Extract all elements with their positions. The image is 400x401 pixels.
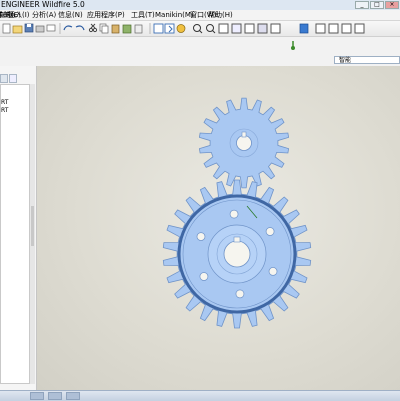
refit-icon[interactable] [218,23,229,34]
zoom-in-icon[interactable] [193,24,203,34]
menu-insert[interactable]: 插入(I) [7,10,31,20]
menu-bar: 文件(F) 编辑(E) 视图(V) 插入(I) 分析(A) 信息(N) 应用程序… [0,10,400,21]
layers-icon[interactable] [257,23,268,34]
model-tree: RT RT [0,84,30,384]
menu-info[interactable]: 信息(N) [57,10,84,20]
copy-icon[interactable] [99,23,109,34]
saved-views-icon[interactable] [244,23,255,34]
undo-icon[interactable] [63,25,73,31]
menu-tools[interactable]: 工具(T) [130,10,156,20]
taskbar-button[interactable] [30,392,44,400]
menu-applications[interactable]: 应用程序(P) [86,10,126,20]
window-title: ENGINEER Wildfire 5.0 [1,0,85,9]
menu-help[interactable]: 帮助(H) [207,10,234,20]
selection-filter-dropdown[interactable]: 智能 [334,56,400,64]
maximize-button[interactable]: □ [370,1,384,9]
appearance-icon[interactable] [299,23,309,34]
lightening-hole [235,289,245,299]
spin-center-toggle-icon[interactable] [291,41,295,50]
secondary-toolbar-icons [291,41,295,50]
view-manager-icon[interactable] [270,23,281,34]
datum-planes-icon[interactable] [315,23,326,34]
taskbar-button[interactable] [66,392,80,400]
selection-filter-value: 智能 [339,57,352,64]
reorient-icon[interactable] [231,23,242,34]
menu-analysis[interactable]: 分析(A) [31,10,57,20]
taskbar [0,390,400,401]
model-tree-item[interactable]: RT [1,107,8,114]
lightening-hole [265,227,275,236]
menu-view[interactable]: 视图(V) [0,10,2,20]
coordinate-system-icon[interactable] [354,23,365,34]
minimize-button[interactable]: _ [355,1,369,9]
gear-model[interactable] [37,66,400,390]
cut-icon[interactable] [88,23,98,33]
regenerate-icon[interactable] [122,24,132,34]
open-folder-icon[interactable] [12,25,23,34]
paste-icon[interactable] [111,24,120,34]
toolbar-icons [2,23,365,34]
small-gear-bore [236,135,252,151]
spin-center-icon[interactable] [164,23,175,34]
new-file-icon[interactable] [2,23,11,34]
save-icon[interactable] [24,23,34,33]
lightening-hole [268,267,278,276]
orient-mode-icon[interactable] [176,24,186,33]
sash-grip[interactable] [31,206,34,246]
taskbar-button[interactable] [48,392,62,400]
find-icon[interactable] [134,24,143,34]
secondary-toolbar: 智能 [0,37,400,67]
close-button[interactable]: × [385,1,399,9]
graphics-window[interactable] [37,66,400,390]
small-gear-keyway [241,131,247,138]
lightening-hole [229,209,239,219]
zoom-out-icon[interactable] [206,24,216,34]
large-gear-bore [223,240,251,268]
datum-axes-icon[interactable] [328,23,339,34]
main-toolbar [0,21,400,37]
large-gear-keyway [233,236,241,243]
model-tree-item[interactable]: RT [1,99,8,106]
folder-browser-tab[interactable] [9,74,17,83]
email-icon[interactable] [46,24,56,32]
lightening-hole [196,232,206,241]
datum-points-icon[interactable] [341,23,352,34]
lightening-hole [199,272,209,281]
repaint-icon[interactable] [153,23,164,34]
print-icon[interactable] [35,25,45,33]
navigator-panel: RT RT [0,66,37,390]
model-tree-tab[interactable] [0,74,8,83]
redo-icon[interactable] [75,25,85,31]
